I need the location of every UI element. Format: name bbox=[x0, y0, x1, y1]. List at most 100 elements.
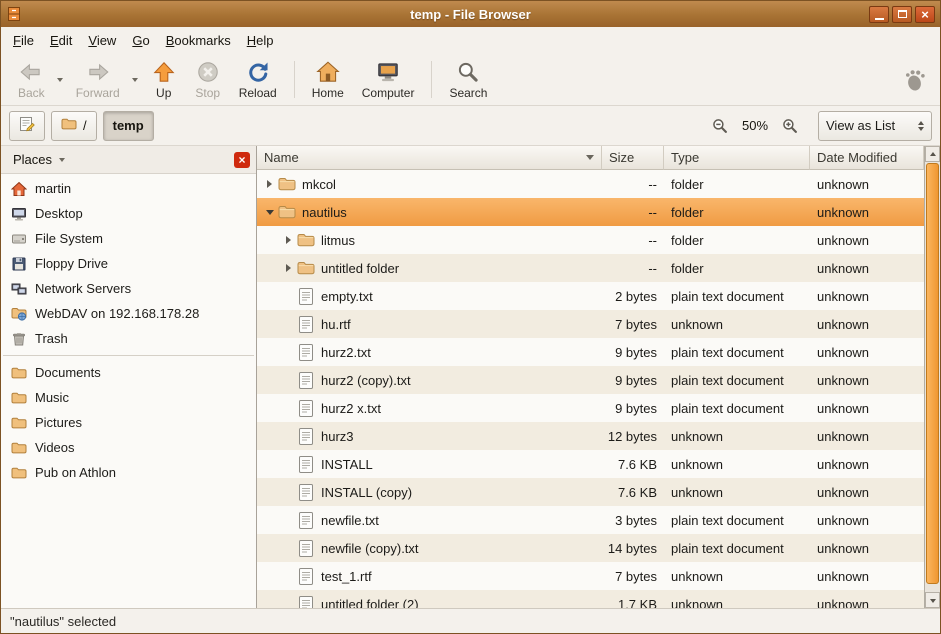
toolbar-button-label: Search bbox=[449, 86, 487, 100]
back-arrow-icon bbox=[18, 59, 44, 85]
file-row-install-copy[interactable]: INSTALL (copy)7.6 KBunknownunknown bbox=[257, 478, 924, 506]
sidebar-item-music[interactable]: Music bbox=[1, 385, 256, 410]
location-bar: / temp 50% View as List bbox=[1, 106, 940, 146]
file-row-nautilus[interactable]: nautilus--folderunknown bbox=[257, 198, 924, 226]
file-rows: mkcol--folderunknownnautilus--folderunkn… bbox=[257, 170, 924, 608]
toolbar-button-label: Reload bbox=[239, 86, 277, 100]
expander-expanded-icon[interactable] bbox=[262, 210, 277, 215]
column-header-size[interactable]: Size bbox=[602, 146, 664, 170]
expander-collapsed-icon[interactable] bbox=[281, 236, 296, 244]
column-header-label: Date Modified bbox=[817, 150, 897, 165]
file-type: unknown bbox=[664, 590, 810, 608]
text-file-icon bbox=[296, 568, 316, 585]
menu-file[interactable]: File bbox=[5, 29, 42, 52]
scroll-down-button[interactable] bbox=[925, 592, 940, 608]
column-header-type[interactable]: Type bbox=[664, 146, 810, 170]
titlebar[interactable]: temp - File Browser × bbox=[1, 1, 940, 27]
file-name: hurz2.txt bbox=[321, 345, 371, 360]
menu-bookmarks[interactable]: Bookmarks bbox=[158, 29, 239, 52]
text-file-icon bbox=[296, 372, 316, 389]
file-name: empty.txt bbox=[321, 289, 373, 304]
file-name: litmus bbox=[321, 233, 355, 248]
stop-button[interactable]: Stop bbox=[186, 56, 230, 103]
file-row-untitled-folder-2[interactable]: untitled folder (2)1.7 KBunknownunknown bbox=[257, 590, 924, 608]
minimize-button[interactable] bbox=[869, 6, 889, 23]
column-header-label: Name bbox=[264, 150, 299, 165]
forward-history-dropdown[interactable] bbox=[129, 56, 142, 103]
file-row-hu-rtf[interactable]: hu.rtf7 bytesunknownunknown bbox=[257, 310, 924, 338]
sidebar-item-desktop[interactable]: Desktop bbox=[1, 201, 256, 226]
menu-edit[interactable]: Edit bbox=[42, 29, 80, 52]
maximize-button[interactable] bbox=[892, 6, 912, 23]
sidebar-item-file-system[interactable]: File System bbox=[1, 226, 256, 251]
file-row-newfile-txt[interactable]: newfile.txt3 bytesplain text documentunk… bbox=[257, 506, 924, 534]
close-sidebar-button[interactable]: × bbox=[234, 152, 250, 168]
path-button-root[interactable]: / bbox=[51, 111, 97, 141]
toolbar-buttons: Back Forward UpStop Reload HomeComputer Searc… bbox=[9, 56, 496, 103]
desktop-icon bbox=[10, 206, 27, 222]
scroll-up-button[interactable] bbox=[925, 146, 940, 162]
sidebar-item-floppy-drive[interactable]: Floppy Drive bbox=[1, 251, 256, 276]
computer-button[interactable]: Computer bbox=[353, 56, 424, 103]
view-as-select[interactable]: View as List bbox=[818, 111, 932, 141]
file-row-install[interactable]: INSTALL7.6 KBunknownunknown bbox=[257, 450, 924, 478]
file-row-empty-txt[interactable]: empty.txt2 bytesplain text documentunkno… bbox=[257, 282, 924, 310]
sidebar-item-pub-on-athlon[interactable]: Pub on Athlon bbox=[1, 460, 256, 485]
column-header-date-modified[interactable]: Date Modified bbox=[810, 146, 924, 170]
file-size: 2 bytes bbox=[602, 282, 664, 310]
place-label: Network Servers bbox=[35, 281, 131, 296]
expander-collapsed-icon[interactable] bbox=[281, 264, 296, 272]
file-row-hurz3[interactable]: hurz312 bytesunknownunknown bbox=[257, 422, 924, 450]
file-row-litmus[interactable]: litmus--folderunknown bbox=[257, 226, 924, 254]
sidebar-item-trash[interactable]: Trash bbox=[1, 326, 256, 351]
close-button[interactable]: × bbox=[915, 6, 935, 23]
file-row-newfile-copy-txt[interactable]: newfile (copy).txt14 bytesplain text doc… bbox=[257, 534, 924, 562]
place-label: Floppy Drive bbox=[35, 256, 108, 271]
place-label: Trash bbox=[35, 331, 68, 346]
sidebar-item-martin[interactable]: martin bbox=[1, 176, 256, 201]
file-date-modified: unknown bbox=[810, 310, 924, 338]
file-type: plain text document bbox=[664, 366, 810, 394]
sidebar-item-videos[interactable]: Videos bbox=[1, 435, 256, 460]
file-row-hurz2-x-txt[interactable]: hurz2 x.txt9 bytesplain text documentunk… bbox=[257, 394, 924, 422]
file-name: nautilus bbox=[302, 205, 347, 220]
file-list: Name SizeType Date Modified mkcol--folderu… bbox=[257, 146, 924, 608]
menu-view[interactable]: View bbox=[80, 29, 124, 52]
forward-button[interactable]: Forward bbox=[67, 56, 129, 103]
sidebar-item-webdav-on-192-168-178-28[interactable]: WebDAV on 192.168.178.28 bbox=[1, 301, 256, 326]
file-row-hurz2-copy-txt[interactable]: hurz2 (copy).txt9 bytesplain text docume… bbox=[257, 366, 924, 394]
up-button[interactable]: Up bbox=[142, 56, 186, 103]
file-row-untitled-folder[interactable]: untitled folder--folderunknown bbox=[257, 254, 924, 282]
sidebar-item-pictures[interactable]: Pictures bbox=[1, 410, 256, 435]
zoom-out-button[interactable] bbox=[709, 115, 731, 137]
file-browser-app-icon bbox=[6, 6, 22, 22]
reload-button[interactable]: Reload bbox=[230, 56, 286, 103]
path-button-current[interactable]: temp bbox=[103, 111, 154, 141]
expander-collapsed-icon[interactable] bbox=[262, 180, 277, 188]
zoom-in-button[interactable] bbox=[779, 115, 801, 137]
column-header-name[interactable]: Name bbox=[257, 146, 602, 170]
sidebar-item-documents[interactable]: Documents bbox=[1, 360, 256, 385]
places-selector[interactable]: Places bbox=[7, 150, 71, 169]
file-row-mkcol[interactable]: mkcol--folderunknown bbox=[257, 170, 924, 198]
reload-icon bbox=[245, 59, 271, 85]
file-size: 3 bytes bbox=[602, 506, 664, 534]
toggle-location-entry-button[interactable] bbox=[9, 111, 45, 141]
file-date-modified: unknown bbox=[810, 590, 924, 608]
scrollbar-thumb[interactable] bbox=[926, 163, 939, 584]
toolbar-separator bbox=[431, 61, 432, 98]
file-row-hurz2-txt[interactable]: hurz2.txt9 bytesplain text documentunkno… bbox=[257, 338, 924, 366]
menu-help[interactable]: Help bbox=[239, 29, 282, 52]
file-type: unknown bbox=[664, 310, 810, 338]
back-button[interactable]: Back bbox=[9, 56, 54, 103]
vertical-scrollbar[interactable] bbox=[924, 146, 940, 608]
file-type: unknown bbox=[664, 450, 810, 478]
search-button[interactable]: Search bbox=[440, 56, 496, 103]
file-size: 9 bytes bbox=[602, 394, 664, 422]
file-row-test-1-rtf[interactable]: test_1.rtf7 bytesunknownunknown bbox=[257, 562, 924, 590]
back-history-dropdown[interactable] bbox=[54, 56, 67, 103]
home-button[interactable]: Home bbox=[303, 56, 353, 103]
sidebar-item-network-servers[interactable]: Network Servers bbox=[1, 276, 256, 301]
place-label: Pictures bbox=[35, 415, 82, 430]
menu-go[interactable]: Go bbox=[124, 29, 157, 52]
